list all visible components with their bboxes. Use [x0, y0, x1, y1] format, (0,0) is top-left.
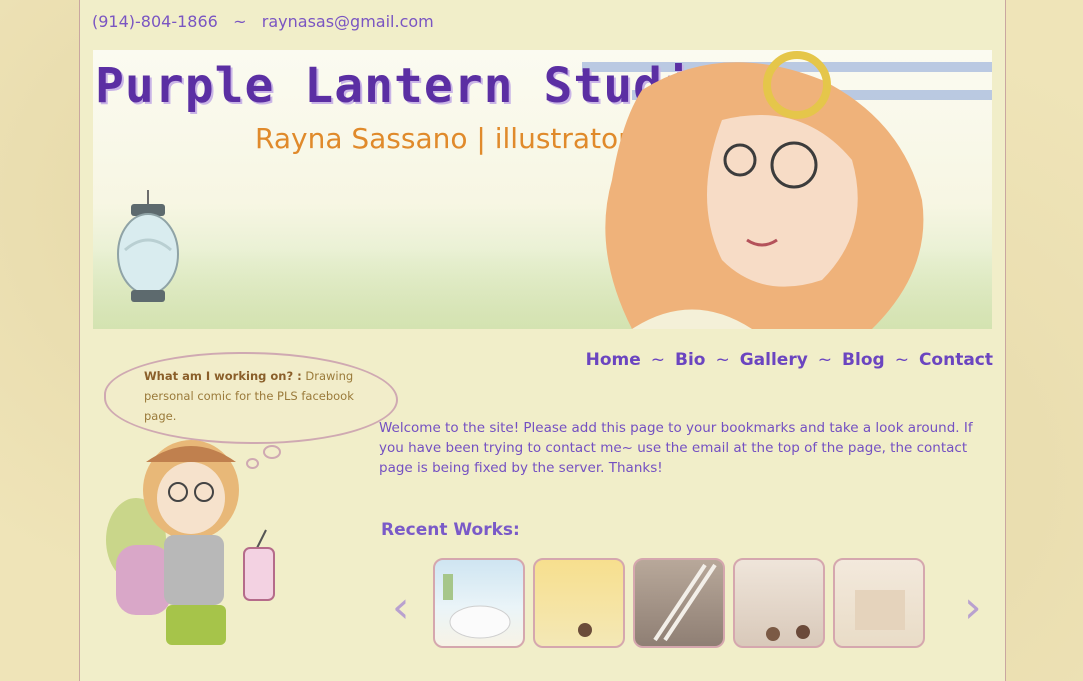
email-link[interactable]: raynasas@gmail.com — [262, 12, 434, 31]
working-on-label: What am I working on? : — [144, 369, 302, 383]
main-nav: Home ~ Bio ~ Gallery ~ Blog ~ Contact — [586, 350, 993, 370]
recent-works-carousel — [433, 558, 925, 648]
illustrator-portrait — [605, 51, 924, 329]
nav-separator: ~ — [817, 350, 833, 370]
page-container: (914)-804-1866 ~ raynasas@gmail.com Purp… — [79, 0, 1006, 681]
working-on-note: What am I working on? : Drawing personal… — [144, 366, 359, 426]
contact-separator: ~ — [233, 12, 247, 31]
nav-blog[interactable]: Blog — [842, 350, 885, 370]
phone-number: (914)-804-1866 — [92, 12, 218, 31]
nav-separator: ~ — [650, 350, 665, 370]
recent-work-thumbnail[interactable] — [833, 558, 925, 648]
right-arrow-icon[interactable]: › — [964, 582, 982, 633]
nav-separator: ~ — [715, 350, 730, 370]
recent-works-title: Recent Works: — [381, 520, 520, 540]
welcome-message: Welcome to the site! Please add this pag… — [379, 420, 973, 476]
recent-work-thumbnail[interactable] — [433, 558, 525, 648]
nav-home[interactable]: Home — [586, 350, 641, 370]
nav-bio[interactable]: Bio — [675, 350, 705, 370]
header-banner: Purple Lantern Studio Rayna Sassano | il… — [93, 50, 992, 329]
nav-contact[interactable]: Contact — [919, 350, 993, 370]
recent-work-thumbnail[interactable] — [633, 558, 725, 648]
recent-work-thumbnail[interactable] — [733, 558, 825, 648]
recent-work-thumbnail[interactable] — [533, 558, 625, 648]
nav-gallery[interactable]: Gallery — [740, 350, 808, 370]
contact-line: (914)-804-1866 ~ raynasas@gmail.com — [92, 12, 434, 31]
nav-separator: ~ — [894, 350, 909, 370]
left-arrow-icon[interactable]: ‹ — [392, 582, 410, 633]
lantern-icon — [117, 190, 179, 302]
illustrator-character — [106, 440, 275, 645]
